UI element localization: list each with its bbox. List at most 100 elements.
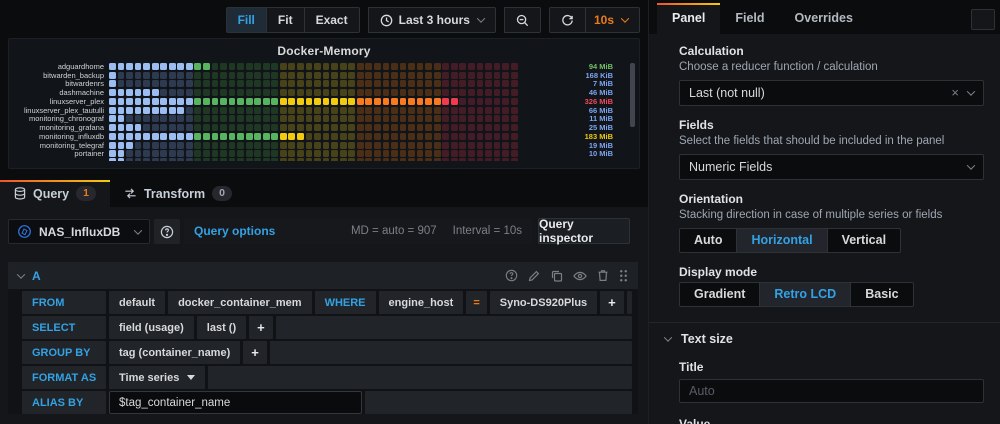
lcd-cell <box>186 142 193 149</box>
lcd-cell <box>408 133 415 140</box>
lcd-cell <box>194 80 201 87</box>
select-field[interactable]: field (usage) <box>109 316 194 339</box>
panel-scrollbar-thumb[interactable] <box>630 63 635 127</box>
lcd-cell <box>331 98 338 105</box>
lcd-row-value: 7 MiB <box>520 79 627 88</box>
title-size-input[interactable] <box>679 379 984 403</box>
lcd-cell <box>323 89 330 96</box>
text-size-section-header[interactable]: Text size <box>665 323 984 346</box>
from-measurement[interactable]: docker_container_mem <box>168 291 312 314</box>
database-icon <box>14 187 26 200</box>
lcd-cell <box>468 72 475 79</box>
lcd-cell <box>194 63 201 70</box>
lcd-cell <box>152 124 159 131</box>
where-tag-value[interactable]: Syno-DS920Plus <box>490 291 597 314</box>
fill-button[interactable]: Fill <box>226 7 267 33</box>
lcd-cell <box>340 107 347 114</box>
clear-icon[interactable] <box>951 84 959 102</box>
where-operator[interactable]: = <box>466 291 486 314</box>
format-as-select[interactable]: Time series <box>109 366 205 389</box>
panel-scrollbar[interactable] <box>630 63 635 165</box>
lcd-cell <box>118 80 125 87</box>
lcd-cell <box>177 107 184 114</box>
duplicate-query-button[interactable] <box>550 269 564 283</box>
groupby-keyword[interactable]: GROUP BY <box>22 341 106 364</box>
time-range-button[interactable]: Last 3 hours <box>368 7 496 33</box>
lcd-cell <box>374 115 381 122</box>
fields-select[interactable]: Numeric Fields <box>679 154 984 180</box>
lcd-cell <box>160 89 167 96</box>
from-keyword[interactable]: FROM <box>22 291 106 314</box>
lcd-cells <box>109 158 520 161</box>
lcd-cell <box>408 63 415 70</box>
lcd-cell <box>408 89 415 96</box>
query-options-toggle[interactable]: Query options <box>194 224 275 238</box>
collapse-sidebar-button[interactable] <box>971 9 995 30</box>
alias-by-input[interactable] <box>109 391 362 414</box>
lcd-cell <box>297 115 304 122</box>
lcd-cell <box>374 98 381 105</box>
lcd-cell <box>502 142 509 149</box>
groupby-tag[interactable]: tag (container_name) <box>109 341 240 364</box>
where-keyword[interactable]: WHERE <box>315 291 376 314</box>
tab-transform[interactable]: Transform 0 <box>110 180 246 207</box>
display-mode-gradient[interactable]: Gradient <box>679 282 760 307</box>
lcd-cell <box>357 63 364 70</box>
tab-query[interactable]: Query 1 <box>0 180 110 207</box>
calculation-description: Choose a reducer function / calculation <box>679 61 984 73</box>
lcd-cell <box>203 158 210 161</box>
datasource-help-button[interactable] <box>154 219 180 244</box>
refresh-interval-dropdown[interactable]: 10s <box>586 7 640 33</box>
lcd-cell <box>348 133 355 140</box>
disable-query-button[interactable] <box>573 269 587 283</box>
refresh-button[interactable] <box>549 7 586 33</box>
zoom-out-button[interactable] <box>504 7 541 33</box>
select-keyword[interactable]: SELECT <box>22 316 106 339</box>
aliasby-keyword[interactable]: ALIAS BY <box>22 391 106 414</box>
lcd-cell <box>152 72 159 79</box>
tab-field[interactable]: Field <box>720 3 779 34</box>
lcd-cell <box>365 107 372 114</box>
where-tag-key[interactable]: engine_host <box>379 291 464 314</box>
delete-query-button[interactable] <box>596 269 610 283</box>
docker-memory-panel[interactable]: Docker-Memory adguardhome94 MiBbitwarden… <box>8 38 640 169</box>
lcd-row-value: 66 MiB <box>520 106 627 115</box>
formatas-keyword[interactable]: FORMAT AS <box>22 366 106 389</box>
lcd-cell <box>297 133 304 140</box>
select-aggregation[interactable]: last () <box>197 316 246 339</box>
orientation-auto[interactable]: Auto <box>679 228 737 253</box>
lcd-cell <box>126 89 133 96</box>
lcd-cell <box>280 63 287 70</box>
lcd-cell <box>459 150 466 157</box>
add-select-part-button[interactable] <box>249 316 273 339</box>
display-mode-retro-lcd[interactable]: Retro LCD <box>760 282 851 307</box>
query-help-button[interactable] <box>504 269 518 283</box>
query-inspector-button[interactable]: Query inspector <box>538 218 630 244</box>
orientation-vertical[interactable]: Vertical <box>828 228 901 253</box>
lcd-cell <box>254 142 261 149</box>
exact-button[interactable]: Exact <box>305 7 360 33</box>
tab-panel[interactable]: Panel <box>657 3 720 34</box>
collapse-query-icon[interactable] <box>17 270 25 278</box>
lcd-cell <box>425 63 432 70</box>
lcd-cell <box>306 80 313 87</box>
datasource-picker[interactable]: NAS_InfluxDB <box>8 219 150 244</box>
lcd-cell <box>271 98 278 105</box>
orientation-horizontal[interactable]: Horizontal <box>737 228 827 253</box>
add-where-condition-button[interactable] <box>600 291 624 314</box>
lcd-cell <box>477 72 484 79</box>
lcd-cell <box>203 63 210 70</box>
lcd-cell <box>477 80 484 87</box>
display-mode-basic[interactable]: Basic <box>851 282 913 307</box>
from-policy[interactable]: default <box>109 291 165 314</box>
edit-query-button[interactable] <box>527 269 541 283</box>
drag-handle-icon[interactable] <box>619 269 628 282</box>
tab-overrides[interactable]: Overrides <box>780 3 868 34</box>
lcd-cell <box>425 124 432 131</box>
query-row-header[interactable]: A <box>8 262 638 289</box>
add-groupby-button[interactable] <box>243 341 267 364</box>
lcd-cell <box>357 158 364 161</box>
fit-button[interactable]: Fit <box>267 7 305 33</box>
lcd-cell <box>357 72 364 79</box>
calculation-select[interactable]: Last (not null) <box>679 80 984 106</box>
